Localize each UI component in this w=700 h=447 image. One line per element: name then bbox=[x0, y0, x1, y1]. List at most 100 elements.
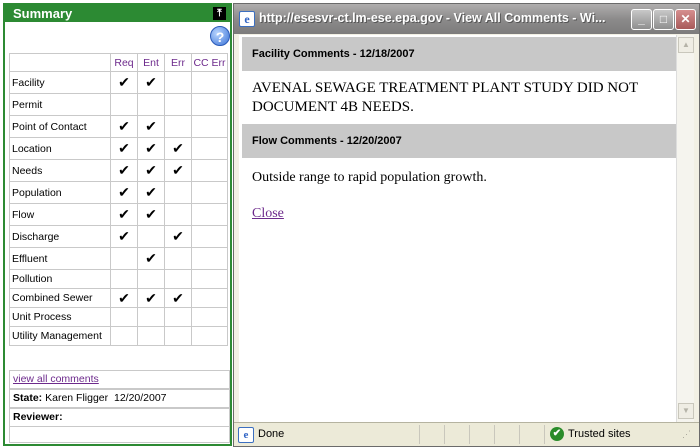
ent-cell: ✔ bbox=[137, 203, 165, 226]
row-label: Combined Sewer bbox=[9, 288, 111, 308]
cc-err-cell bbox=[191, 93, 228, 116]
collapse-icon[interactable]: ⤒ bbox=[213, 7, 226, 20]
cc-err-cell bbox=[191, 115, 228, 138]
table-row: Unit Process bbox=[9, 307, 228, 327]
flow-comments-header: Flow Comments - 12/20/2007 bbox=[242, 124, 676, 158]
ent-cell bbox=[137, 307, 165, 327]
row-label: Location bbox=[9, 137, 111, 160]
cc-err-cell bbox=[191, 203, 228, 226]
cc-err-cell bbox=[191, 288, 228, 308]
reviewer-row: Reviewer: bbox=[9, 408, 230, 427]
state-value: Karen Fligger 12/20/2007 bbox=[45, 392, 167, 404]
cc-err-cell bbox=[191, 247, 228, 270]
col-cc-err: CC Err bbox=[191, 53, 228, 72]
ent-cell bbox=[137, 269, 165, 289]
table-row: Point of Contact ✔ ✔ bbox=[9, 115, 228, 138]
ent-cell: ✔ bbox=[137, 247, 165, 270]
req-cell: ✔ bbox=[110, 115, 138, 138]
req-cell bbox=[110, 247, 138, 270]
row-label: Population bbox=[9, 181, 111, 204]
ie-icon: e bbox=[239, 11, 255, 27]
table-row: Facility ✔ ✔ bbox=[9, 71, 228, 94]
cc-err-cell bbox=[191, 225, 228, 248]
err-cell bbox=[164, 93, 192, 116]
status-done-text: Done bbox=[258, 428, 285, 440]
vertical-scrollbar[interactable]: ▲ ▼ bbox=[676, 35, 694, 422]
table-row: Flow ✔ ✔ bbox=[9, 203, 228, 226]
state-label: State: bbox=[13, 392, 43, 404]
req-cell: ✔ bbox=[110, 225, 138, 248]
state-row: State: Karen Fligger 12/20/2007 bbox=[9, 389, 230, 408]
minimize-button[interactable]: _ bbox=[631, 9, 652, 30]
summary-footer-space bbox=[9, 427, 230, 443]
row-label: Unit Process bbox=[9, 307, 111, 327]
err-cell bbox=[164, 71, 192, 94]
facility-comment-text: AVENAL SEWAGE TREATMENT PLANT STUDY DID … bbox=[252, 80, 638, 115]
err-cell bbox=[164, 326, 192, 346]
err-cell: ✔ bbox=[164, 137, 192, 160]
maximize-button[interactable]: □ bbox=[653, 9, 674, 30]
cc-err-cell bbox=[191, 181, 228, 204]
scroll-down-icon[interactable]: ▼ bbox=[678, 403, 694, 419]
cc-err-cell bbox=[191, 269, 228, 289]
err-cell: ✔ bbox=[164, 288, 192, 308]
reviewer-label: Reviewer: bbox=[13, 411, 63, 423]
table-row: Permit bbox=[9, 93, 228, 116]
req-cell: ✔ bbox=[110, 137, 138, 160]
err-cell bbox=[164, 269, 192, 289]
ent-cell: ✔ bbox=[137, 159, 165, 182]
cc-err-cell bbox=[191, 307, 228, 327]
req-cell: ✔ bbox=[110, 288, 138, 308]
view-all-comments-link[interactable]: view all comments bbox=[9, 370, 230, 389]
table-row: Location ✔ ✔ ✔ bbox=[9, 137, 228, 160]
ent-cell: ✔ bbox=[137, 137, 165, 160]
ent-cell: ✔ bbox=[137, 288, 165, 308]
ent-cell bbox=[137, 93, 165, 116]
table-row: Effluent ✔ bbox=[9, 247, 228, 270]
table-header-row: Req Ent Err CC Err bbox=[9, 53, 228, 72]
req-cell bbox=[110, 307, 138, 327]
ent-cell: ✔ bbox=[137, 71, 165, 94]
resize-grip-icon[interactable]: ⋰ bbox=[682, 430, 694, 443]
status-divider bbox=[544, 425, 545, 444]
page-icon: e bbox=[238, 427, 254, 443]
close-link[interactable]: Close bbox=[252, 206, 284, 222]
row-label: Facility bbox=[9, 71, 111, 94]
req-cell bbox=[110, 93, 138, 116]
err-cell bbox=[164, 307, 192, 327]
ent-cell bbox=[137, 326, 165, 346]
help-icon[interactable]: ? bbox=[210, 26, 230, 46]
req-cell: ✔ bbox=[110, 71, 138, 94]
status-zone-text: Trusted sites bbox=[568, 428, 631, 440]
summary-table: Req Ent Err CC Err Facility ✔ ✔ Permit Point… bbox=[9, 53, 228, 346]
row-label: Flow bbox=[9, 203, 111, 226]
status-bar: e Done ✔ Trusted sites ⋰ bbox=[234, 422, 699, 446]
facility-comments-header: Facility Comments - 12/18/2007 bbox=[242, 37, 676, 71]
table-row: Population ✔ ✔ bbox=[9, 181, 228, 204]
err-cell bbox=[164, 247, 192, 270]
err-cell bbox=[164, 203, 192, 226]
summary-header: Summary ⤒ bbox=[5, 5, 230, 22]
row-label: Needs bbox=[9, 159, 111, 182]
req-cell: ✔ bbox=[110, 203, 138, 226]
header-blank bbox=[9, 53, 111, 72]
close-window-button[interactable]: ✕ bbox=[675, 9, 696, 30]
summary-panel: Summary ⤒ ? Req Ent Err CC Err Facility ✔… bbox=[3, 3, 232, 446]
req-cell: ✔ bbox=[110, 159, 138, 182]
window-titlebar[interactable]: e http://esesvr-ct.lm-ese.epa.gov - View… bbox=[234, 4, 699, 34]
table-row: Combined Sewer ✔ ✔ ✔ bbox=[9, 288, 228, 308]
req-cell: ✔ bbox=[110, 181, 138, 204]
table-row: Utility Management bbox=[9, 326, 228, 346]
err-cell: ✔ bbox=[164, 159, 192, 182]
row-label: Utility Management bbox=[9, 326, 111, 346]
table-row: Needs ✔ ✔ ✔ bbox=[9, 159, 228, 182]
flow-comment-text: Outside range to rapid population growth… bbox=[252, 170, 487, 185]
window-title: http://esesvr-ct.lm-ese.epa.gov - View A… bbox=[259, 11, 606, 25]
row-label: Permit bbox=[9, 93, 111, 116]
trusted-sites-icon: ✔ bbox=[550, 427, 564, 441]
status-divider bbox=[519, 425, 520, 444]
ent-cell bbox=[137, 225, 165, 248]
scroll-up-icon[interactable]: ▲ bbox=[678, 37, 694, 53]
col-ent: Ent bbox=[137, 53, 165, 72]
err-cell bbox=[164, 115, 192, 138]
